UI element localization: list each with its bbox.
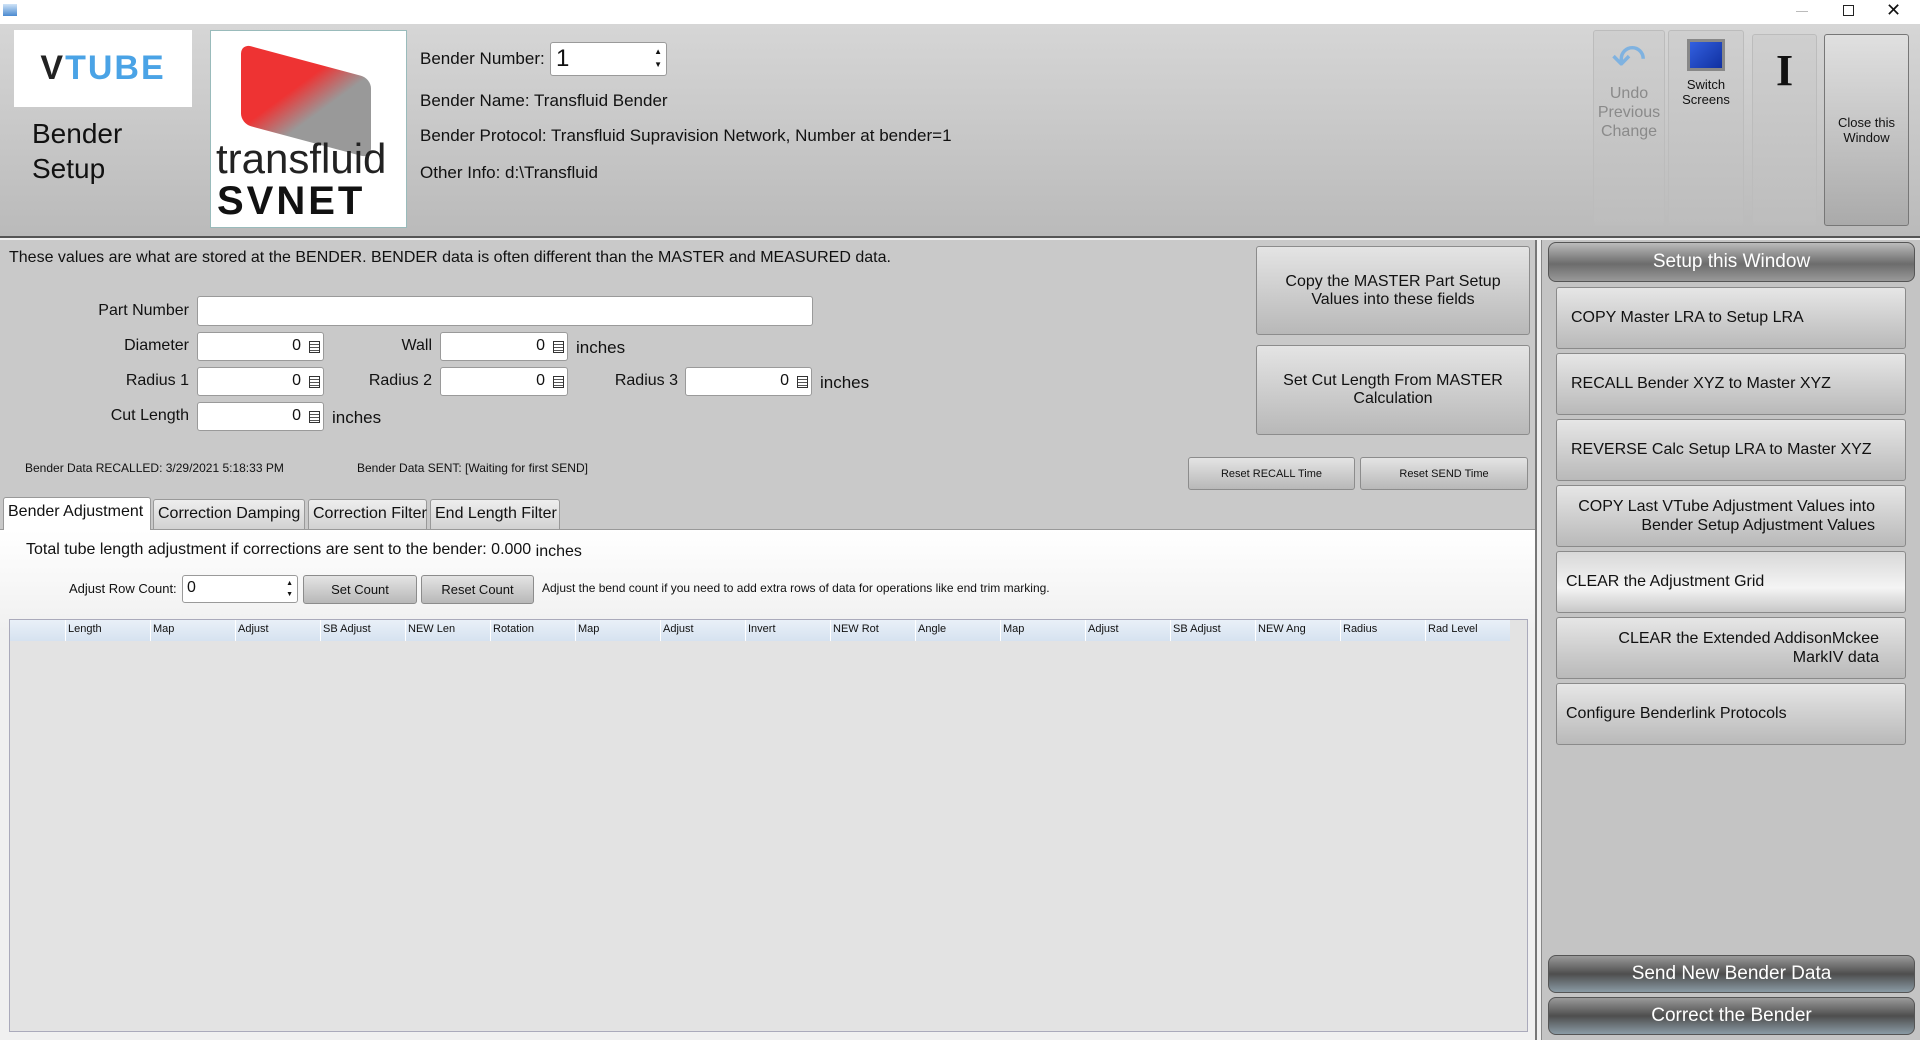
- reset-send-time-button[interactable]: Reset SEND Time: [1360, 457, 1528, 490]
- grid-column-header[interactable]: SB Adjust: [320, 620, 405, 641]
- calculator-icon[interactable]: [309, 411, 320, 423]
- cut-length-input[interactable]: 0: [197, 402, 324, 431]
- reverse-calc-button[interactable]: REVERSE Calc Setup LRA to Master XYZ: [1556, 419, 1906, 481]
- bender-protocol: Bender Protocol: Transfluid Supravision …: [420, 126, 952, 145]
- undo-button[interactable]: ↶ Undo Previous Change: [1593, 30, 1665, 226]
- sent-time: Bender Data SENT: [Waiting for first SEN…: [357, 461, 588, 475]
- units-label: inches: [820, 373, 870, 392]
- grid-column-header[interactable]: Adjust: [235, 620, 320, 641]
- radius2-label: Radius 2: [368, 372, 432, 389]
- reset-recall-time-button[interactable]: Reset RECALL Time: [1188, 457, 1355, 490]
- part-number-input[interactable]: [197, 296, 813, 326]
- copy-master-lra-button[interactable]: COPY Master LRA to Setup LRA: [1556, 287, 1906, 349]
- grid-column-header[interactable]: NEW Len: [405, 620, 490, 641]
- grid-column-header[interactable]: Map: [1000, 620, 1085, 641]
- close-button[interactable]: ✕: [1886, 0, 1901, 21]
- radius3-label: Radius 3: [614, 372, 678, 389]
- grid-column-header[interactable]: Angle: [915, 620, 1000, 641]
- set-cut-length-button[interactable]: Set Cut Length From MASTER Calculation: [1256, 345, 1530, 435]
- restore-button[interactable]: [1843, 5, 1854, 16]
- tab-bender-adjustment[interactable]: Bender Adjustment: [3, 497, 151, 530]
- calculator-icon[interactable]: [797, 376, 808, 388]
- adjustment-grid[interactable]: [9, 619, 1528, 1032]
- radius2-input[interactable]: 0: [440, 367, 568, 396]
- grid-column-header[interactable]: Length: [65, 620, 150, 641]
- row-count-spinner[interactable]: 0 ▲ ▼: [182, 575, 298, 603]
- configure-benderlink-button[interactable]: Configure Benderlink Protocols: [1556, 683, 1906, 745]
- other-info: Other Info: d:\Transfluid: [420, 163, 598, 182]
- units-label: inches: [332, 408, 382, 427]
- calculator-icon[interactable]: [553, 376, 564, 388]
- grid-column-header[interactable]: NEW Rot: [830, 620, 915, 641]
- clear-adjustment-grid-button[interactable]: CLEAR the Adjustment Grid: [1556, 551, 1906, 613]
- grid-column-header[interactable]: NEW Ang: [1255, 620, 1340, 641]
- grid-column-header[interactable]: Map: [575, 620, 660, 641]
- vtube-logo-text: VTUBE: [40, 49, 166, 87]
- minimize-button[interactable]: [1796, 11, 1808, 12]
- wall-label: Wall: [401, 337, 432, 354]
- part-number-label: Part Number: [98, 302, 189, 319]
- title-bar: ✕: [0, 0, 1920, 24]
- tab-correction-damping[interactable]: Correction Damping: [153, 499, 305, 529]
- recalled-time: Bender Data RECALLED: 3/29/2021 5:18:33 …: [25, 461, 284, 475]
- bender-number-spinner[interactable]: 1 ▲ ▼: [550, 42, 667, 76]
- radius1-input[interactable]: 0: [197, 367, 324, 396]
- calculator-icon[interactable]: [309, 341, 320, 353]
- clear-addisonmckee-button[interactable]: CLEAR the Extended AddisonMckee MarkIV d…: [1556, 617, 1906, 679]
- grid-column-header[interactable]: Rad Level: [1425, 620, 1510, 641]
- diameter-label: Diameter: [124, 337, 189, 354]
- grid-column-header[interactable]: SB Adjust: [1170, 620, 1255, 641]
- total-adjustment-text: Total tube length adjustment if correcti…: [26, 541, 582, 560]
- copy-master-setup-button[interactable]: Copy the MASTER Part Setup Values into t…: [1256, 246, 1530, 335]
- correct-the-bender-button[interactable]: Correct the Bender: [1548, 997, 1915, 1035]
- setup-window-header[interactable]: Setup this Window: [1548, 242, 1915, 282]
- text-cursor-icon: I: [1775, 46, 1794, 95]
- grid-column-header[interactable]: Invert: [745, 620, 830, 641]
- diameter-input[interactable]: 0: [197, 332, 324, 361]
- page-title: Bender Setup: [32, 118, 123, 184]
- row-header-column: [10, 620, 65, 641]
- switch-screens-button[interactable]: Switch Screens: [1668, 30, 1744, 226]
- set-count-button[interactable]: Set Count: [303, 575, 417, 604]
- grid-column-header[interactable]: Radius: [1340, 620, 1425, 641]
- radius3-input[interactable]: 0: [685, 367, 812, 396]
- copy-last-adjustment-button[interactable]: COPY Last VTube Adjustment Values into B…: [1556, 485, 1906, 547]
- intro-text: These values are what are stored at the …: [9, 249, 891, 266]
- recall-bender-xyz-button[interactable]: RECALL Bender XYZ to Master XYZ: [1556, 353, 1906, 415]
- radius1-label: Radius 1: [125, 372, 189, 389]
- close-window-button[interactable]: Close this Window: [1824, 34, 1909, 226]
- grid-column-header[interactable]: Adjust: [660, 620, 745, 641]
- units-label: inches: [576, 338, 626, 357]
- grid-header: Length Map Adjust SB Adjust NEW Len Rotation M…: [10, 620, 1510, 641]
- bender-number-label: Bender Number:: [420, 49, 545, 68]
- row-count-label: Adjust Row Count:: [69, 581, 177, 596]
- send-new-bender-data-button[interactable]: Send New Bender Data: [1548, 955, 1915, 993]
- grid-column-header[interactable]: Adjust: [1085, 620, 1170, 641]
- vtube-logo: VTUBE: [14, 30, 192, 107]
- wall-input[interactable]: 0: [440, 332, 568, 361]
- spin-arrows-icon[interactable]: ▲ ▼: [654, 45, 662, 71]
- row-count-note: Adjust the bend count if you need to add…: [542, 581, 1050, 595]
- monitor-icon: [1687, 39, 1725, 71]
- reset-count-button[interactable]: Reset Count: [421, 575, 534, 604]
- grid-column-header[interactable]: Map: [150, 620, 235, 641]
- app-icon: [3, 4, 17, 16]
- calculator-icon[interactable]: [309, 376, 320, 388]
- grid-column-header[interactable]: Rotation: [490, 620, 575, 641]
- spin-arrows-icon[interactable]: ▲ ▼: [286, 578, 293, 600]
- cut-length-label: Cut Length: [110, 407, 189, 424]
- calculator-icon[interactable]: [553, 341, 564, 353]
- cursor-tool-button[interactable]: I: [1752, 34, 1817, 226]
- undo-icon: ↶: [1611, 36, 1647, 83]
- tab-correction-filter[interactable]: Correction Filter: [308, 499, 427, 529]
- tab-end-length-filter[interactable]: End Length Filter: [430, 499, 560, 529]
- transfluid-logo: transfluid SVNET: [210, 30, 407, 228]
- bender-name: Bender Name: Transfluid Bender: [420, 91, 668, 110]
